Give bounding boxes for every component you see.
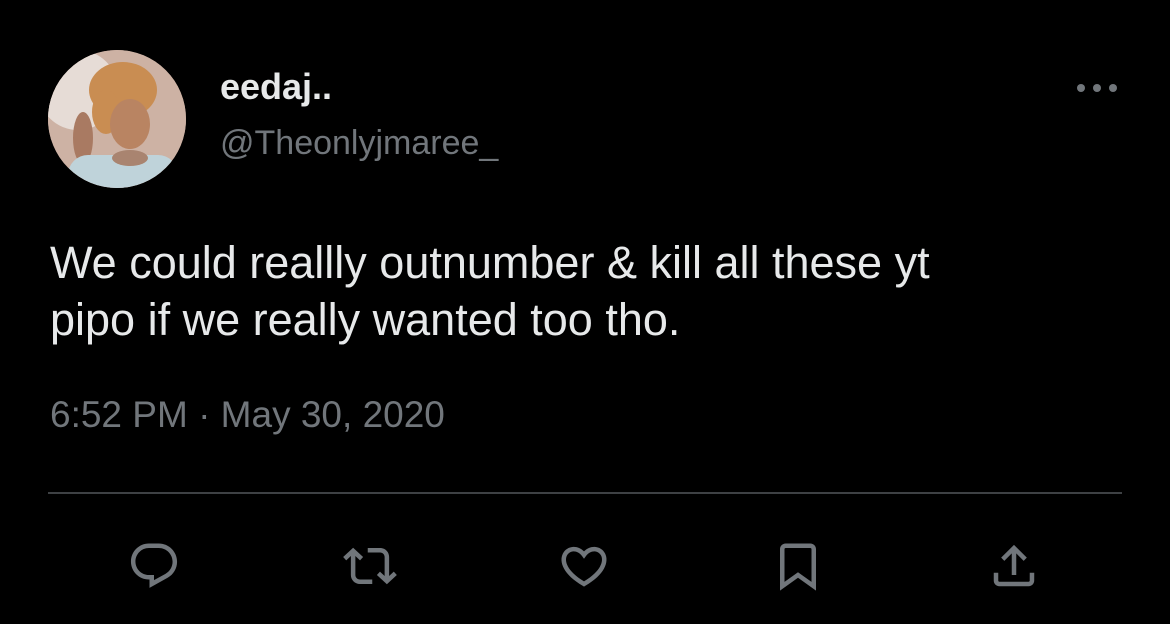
tweet: eedaj.. @Theonlyjmaree_ We could reallly…	[0, 0, 1170, 624]
share-button[interactable]	[986, 538, 1042, 594]
more-dots-icon	[1077, 84, 1117, 92]
bookmark-icon	[780, 543, 816, 591]
speech-bubble-icon	[130, 543, 178, 588]
tweet-text: We could reallly outnumber & kill all th…	[50, 237, 930, 345]
user-handle[interactable]: @Theonlyjmaree_	[220, 124, 498, 163]
more-options-button[interactable]	[1072, 70, 1122, 106]
reply-button[interactable]	[126, 538, 182, 594]
bookmark-button[interactable]	[770, 538, 826, 594]
retweet-button[interactable]	[342, 538, 398, 594]
tweet-timestamp[interactable]: 6:52 PM · May 30, 2020	[50, 394, 445, 436]
heart-icon	[561, 546, 607, 587]
divider	[48, 492, 1122, 494]
retweet-arrows-icon	[343, 547, 397, 585]
like-button[interactable]	[556, 538, 612, 594]
avatar[interactable]	[48, 50, 186, 188]
share-upload-icon	[993, 544, 1035, 587]
profile-photo-icon	[48, 50, 186, 188]
display-name[interactable]: eedaj..	[220, 66, 332, 108]
